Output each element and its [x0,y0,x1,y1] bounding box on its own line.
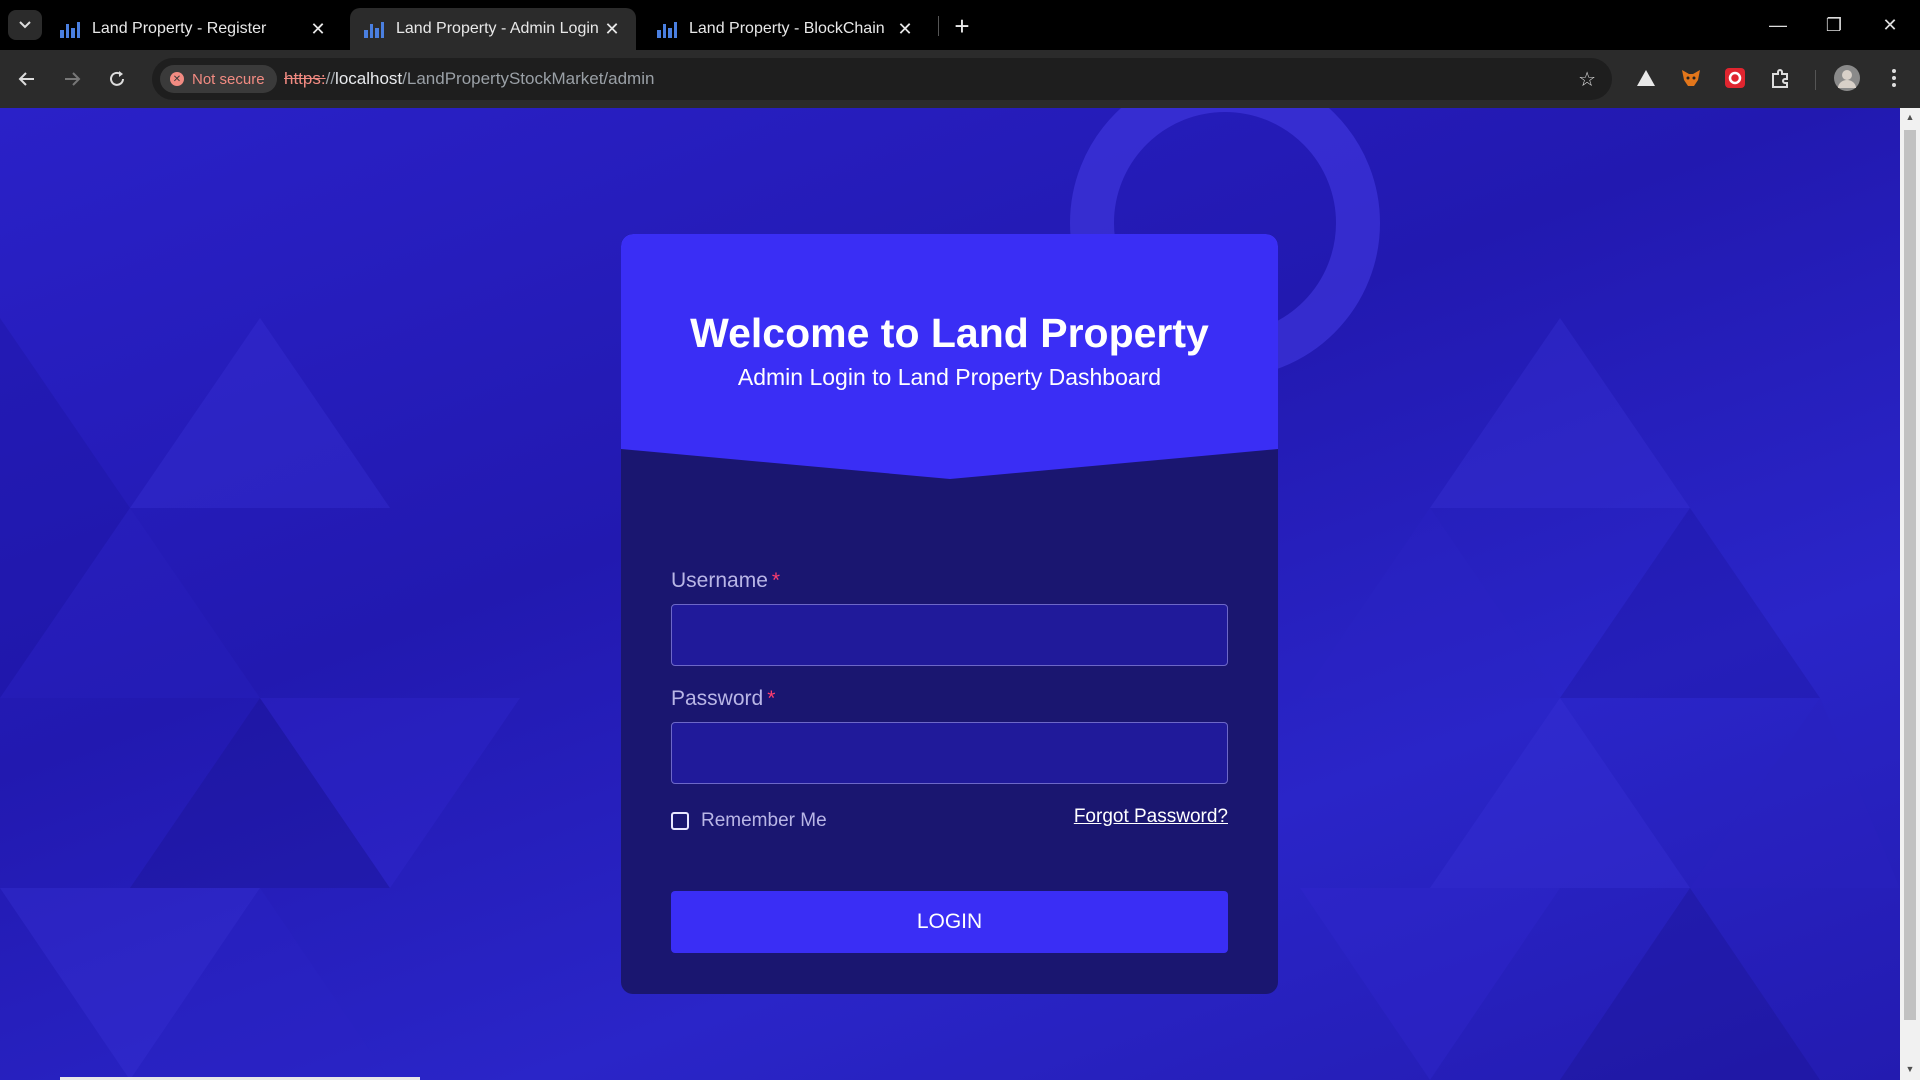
avatar[interactable] [1833,64,1861,92]
browser-toolbar: ✕ Not secure https://localhost/LandPrope… [0,50,1920,108]
security-chip[interactable]: ✕ Not secure [160,65,277,93]
chevron-down-icon [19,21,31,29]
scroll-up-icon[interactable]: ▲ [1904,112,1916,124]
kebab-menu-icon[interactable] [1880,64,1908,92]
login-subheading: Admin Login to Land Property Dashboard [737,364,1162,390]
close-icon[interactable]: ✕ [602,19,622,39]
reload-button[interactable] [100,62,134,96]
required-mark: * [771,569,781,592]
url-path: /LandPropertyStockMarket/admin [402,69,655,88]
remember-label: Remember Me [701,810,827,831]
back-button[interactable] [10,62,44,96]
triangle-icon[interactable] [1632,64,1660,92]
username-label-text: Username [671,569,768,592]
chart-icon [60,20,80,38]
scrollbar-thumb[interactable] [1904,130,1916,1020]
red-extension-icon[interactable] [1721,64,1749,92]
chart-icon [364,20,384,38]
tab-title: Land Property - BlockChain [689,20,885,37]
url-text[interactable]: https://localhost/LandPropertyStockMarke… [284,69,654,89]
remember-me[interactable]: Remember Me [671,810,827,832]
close-icon[interactable]: ✕ [308,19,328,39]
required-mark: * [767,687,776,710]
tab-title: Land Property - Admin Login [396,20,599,37]
tab-divider [938,16,939,36]
tab-title: Land Property - Register [92,20,267,37]
restore-button[interactable]: ❐ [1806,0,1862,50]
security-label: Not secure [192,70,265,88]
minimize-button[interactable]: — [1750,0,1806,50]
close-icon[interactable]: ✕ [895,19,915,39]
metamask-fox-icon[interactable] [1677,64,1705,92]
login-button[interactable]: LOGIN [671,891,1228,953]
chart-icon [657,20,677,38]
new-tab-button[interactable]: + [948,11,976,41]
login-card: Welcome to Land Property Admin Login to … [621,234,1278,994]
forgot-password-link[interactable]: Forgot Password? [1074,806,1228,828]
toolbar-divider [1815,70,1816,90]
tab-search-button[interactable] [8,10,42,40]
username-label: Username * [671,569,780,593]
password-label: Password * [671,687,775,711]
arrow-left-icon [18,72,34,86]
tab-blockchain[interactable]: Land Property - BlockChain ✕ [643,8,929,50]
tab-register[interactable]: Land Property - Register ✕ [46,8,342,50]
close-window-button[interactable]: ✕ [1862,0,1918,50]
arrow-right-icon [65,72,81,86]
address-bar[interactable]: ✕ Not secure https://localhost/LandPrope… [152,58,1612,100]
puzzle-icon[interactable] [1767,64,1795,92]
page-scrollbar[interactable]: ▲ ▼ [1900,108,1920,1080]
url-scheme: https: [284,69,326,88]
forward-button[interactable] [55,62,89,96]
bookmark-star-icon[interactable]: ☆ [1578,67,1596,92]
login-heading: Welcome to Land Property [690,310,1209,356]
username-input[interactable] [671,604,1228,666]
password-label-text: Password [671,687,764,710]
tab-strip: Land Property - Register ✕ Land Property… [0,0,1920,50]
url-host: localhost [335,69,403,88]
reload-icon [110,71,124,86]
password-input[interactable] [671,722,1228,784]
remember-checkbox[interactable] [671,812,689,830]
url-slashes: // [325,69,336,88]
scroll-down-icon[interactable]: ▼ [1904,1064,1916,1076]
warning-icon: ✕ [170,72,184,86]
page-viewport: Welcome to Land Property Admin Login to … [0,108,1900,1080]
tab-admin-login[interactable]: Land Property - Admin Login ✕ [350,8,636,50]
